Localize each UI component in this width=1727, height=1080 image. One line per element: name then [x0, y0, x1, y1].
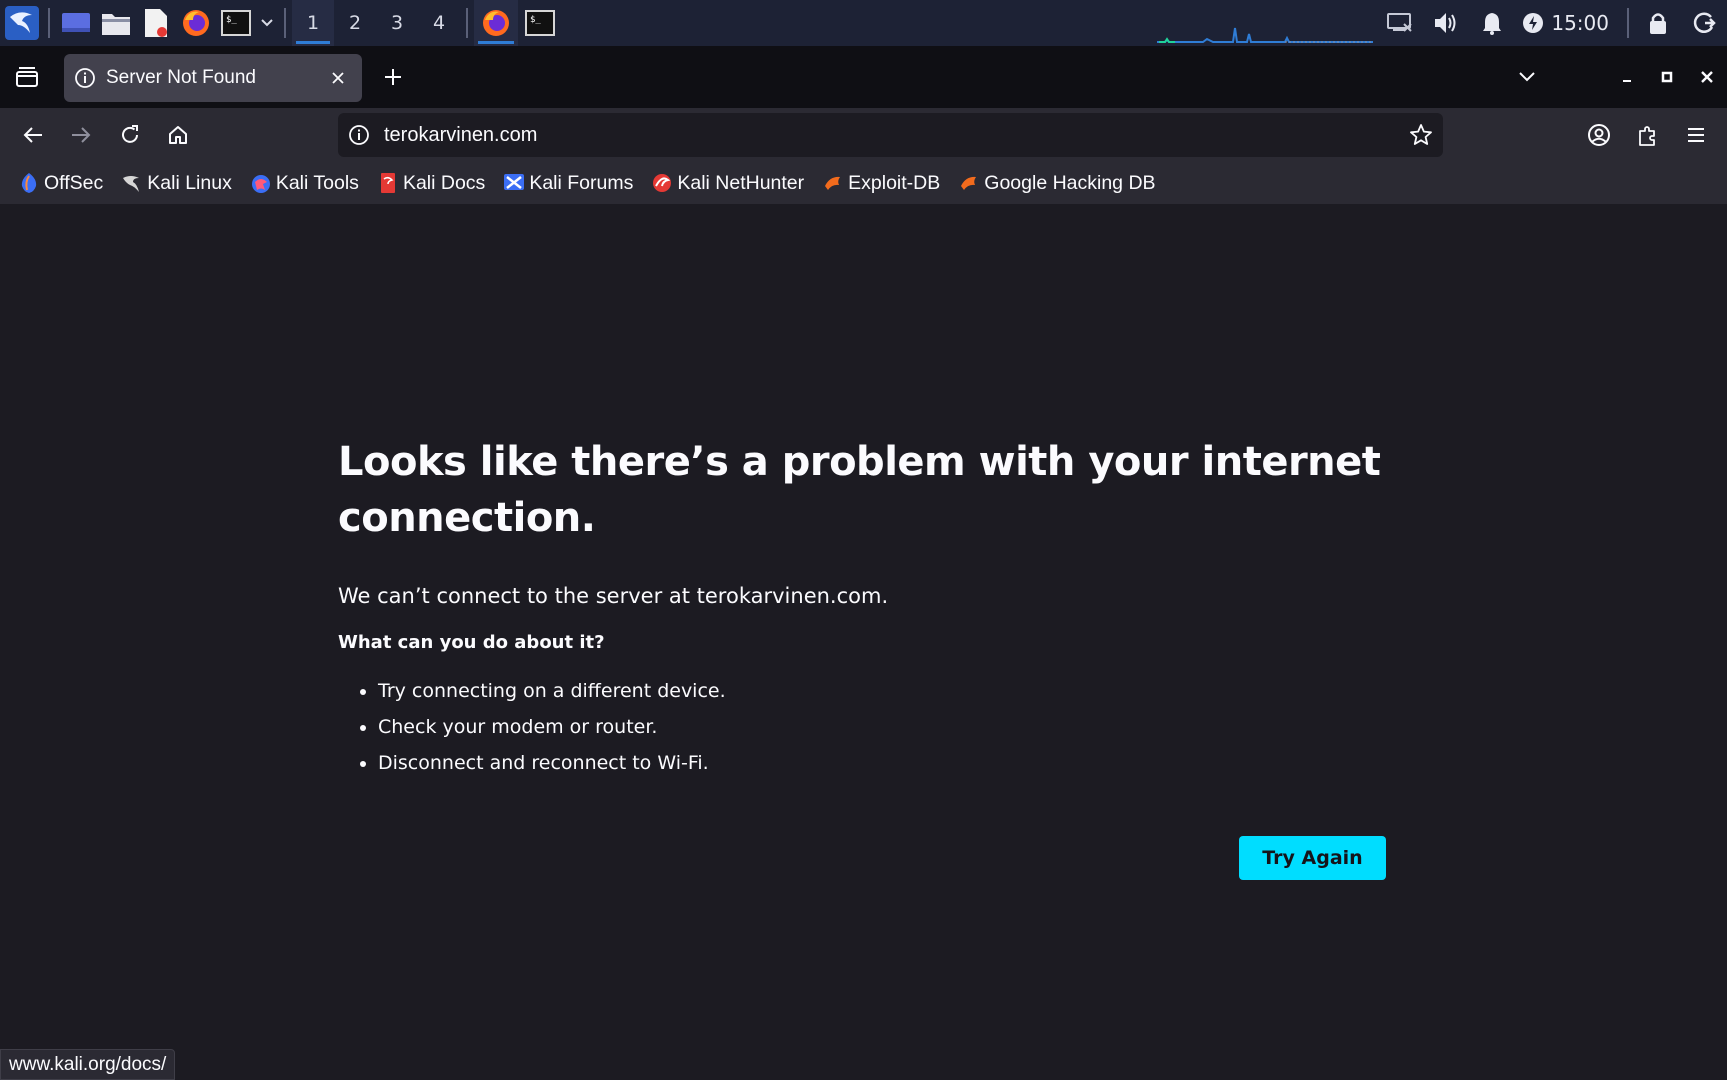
reload-icon[interactable] [112, 118, 148, 152]
list-item: Try connecting on a different device. [378, 673, 1388, 709]
forward-arrow-icon[interactable] [63, 118, 99, 152]
kali-tools-icon [250, 172, 272, 194]
list-item: Check your modem or router. [378, 709, 1388, 745]
bookmark-label: Kali Tools [275, 171, 359, 194]
nethunter-icon [651, 172, 673, 194]
system-tray: 15:00 [1377, 0, 1727, 46]
show-desktop-icon[interactable] [56, 0, 96, 46]
bookmark-label: Google Hacking DB [984, 171, 1156, 194]
launcher-dropdown-icon[interactable] [256, 0, 278, 46]
navigation-toolbar: terokarvinen.com [0, 108, 1727, 162]
bookmark-label: Kali NetHunter [677, 171, 805, 194]
info-icon [74, 67, 96, 89]
terminal-launcher-icon[interactable]: $_ [216, 0, 256, 46]
taskbar-separator [48, 8, 50, 38]
taskbar-separator [1627, 8, 1629, 38]
lock-screen-icon[interactable] [1635, 0, 1681, 46]
bookmark-label: Kali Forums [529, 171, 634, 194]
close-tab-icon[interactable] [326, 66, 350, 90]
bookmark-label: Exploit-DB [848, 171, 941, 194]
bookmark-exploit-db[interactable]: Exploit-DB [820, 167, 948, 199]
error-description: We can’t connect to the server at teroka… [338, 584, 889, 608]
terminal-window-button[interactable]: $_ [518, 0, 562, 46]
cpu-network-graph [1157, 27, 1373, 43]
exploit-db-icon [822, 172, 844, 194]
tab-title: Server Not Found [106, 67, 256, 88]
offsec-icon [18, 172, 40, 194]
kali-taskbar: $_ 1 2 3 4 $_ 15:00 [0, 0, 1727, 46]
url-text[interactable]: terokarvinen.com [384, 124, 537, 147]
bookmark-offsec[interactable]: OffSec [16, 167, 111, 199]
bookmark-label: Kali Linux [147, 171, 232, 194]
bookmark-label: Kali Docs [402, 171, 486, 194]
workspace-3[interactable]: 3 [376, 0, 418, 46]
svg-text:$_: $_ [530, 15, 541, 25]
taskbar-separator [284, 8, 286, 38]
minimize-window-icon[interactable] [1612, 62, 1642, 92]
bookmark-google-hacking-db[interactable]: Google Hacking DB [956, 167, 1163, 199]
notifications-bell-icon[interactable] [1469, 0, 1515, 46]
new-tab-plus-icon[interactable] [378, 62, 408, 92]
file-manager-icon[interactable] [96, 0, 136, 46]
taskbar-separator [466, 8, 468, 38]
tab-server-not-found[interactable]: Server Not Found [64, 54, 362, 102]
extensions-puzzle-icon[interactable] [1630, 118, 1666, 152]
tab-strip: Server Not Found [0, 46, 1727, 108]
bookmark-label: OffSec [44, 171, 104, 194]
svg-text:$_: $_ [226, 15, 237, 25]
error-container: Looks like there’s a problem with your i… [338, 434, 1388, 781]
page-content: Looks like there’s a problem with your i… [0, 204, 1727, 1080]
firefox-window-button[interactable] [474, 0, 518, 46]
bookmark-kali-tools[interactable]: Kali Tools [248, 167, 367, 199]
bookmark-star-icon[interactable] [1407, 121, 1435, 149]
ghdb-icon [958, 172, 980, 194]
try-again-button[interactable]: Try Again [1239, 836, 1386, 880]
power-manager-icon[interactable] [1515, 0, 1551, 46]
network-disconnected-icon[interactable] [1377, 0, 1423, 46]
list-item: Disconnect and reconnect to Wi-Fi. [378, 745, 1388, 781]
suggestion-list: Try connecting on a different device. Ch… [378, 673, 1388, 781]
list-all-tabs-chevron-icon[interactable] [1512, 62, 1542, 92]
logout-icon[interactable] [1681, 0, 1727, 46]
bookmark-kali-nethunter[interactable]: Kali NetHunter [649, 167, 812, 199]
kali-dragon-icon [121, 172, 143, 194]
clock[interactable]: 15:00 [1551, 11, 1621, 35]
error-subtitle: What can you do about it? [338, 632, 605, 653]
bookmarks-toolbar: OffSec Kali Linux Kali Tools Kali Docs K… [0, 162, 1727, 204]
maximize-window-icon[interactable] [1652, 62, 1682, 92]
home-icon[interactable] [160, 118, 196, 152]
workspace-4[interactable]: 4 [418, 0, 460, 46]
account-icon[interactable] [1581, 118, 1617, 152]
bookmark-kali-docs[interactable]: Kali Docs [375, 167, 493, 199]
back-arrow-icon[interactable] [15, 118, 51, 152]
error-title: Looks like there’s a problem with your i… [338, 439, 1381, 541]
workspace-1[interactable]: 1 [292, 0, 334, 46]
address-bar[interactable]: terokarvinen.com [338, 113, 1443, 157]
firefox-launcher-icon[interactable] [176, 0, 216, 46]
close-window-icon[interactable] [1692, 62, 1722, 92]
volume-icon[interactable] [1423, 0, 1469, 46]
hamburger-menu-icon[interactable] [1678, 118, 1714, 152]
status-bar-link-preview: www.kali.org/docs/ [0, 1049, 176, 1080]
bookmark-kali-linux[interactable]: Kali Linux [119, 167, 240, 199]
site-info-icon[interactable] [348, 124, 370, 146]
kali-forums-icon [503, 172, 525, 194]
bookmark-kali-forums[interactable]: Kali Forums [501, 167, 641, 199]
text-editor-icon[interactable] [136, 0, 176, 46]
kali-docs-icon [377, 172, 399, 194]
firefox-view-icon[interactable] [10, 62, 44, 92]
workspace-2[interactable]: 2 [334, 0, 376, 46]
kali-menu-icon[interactable] [2, 0, 42, 46]
